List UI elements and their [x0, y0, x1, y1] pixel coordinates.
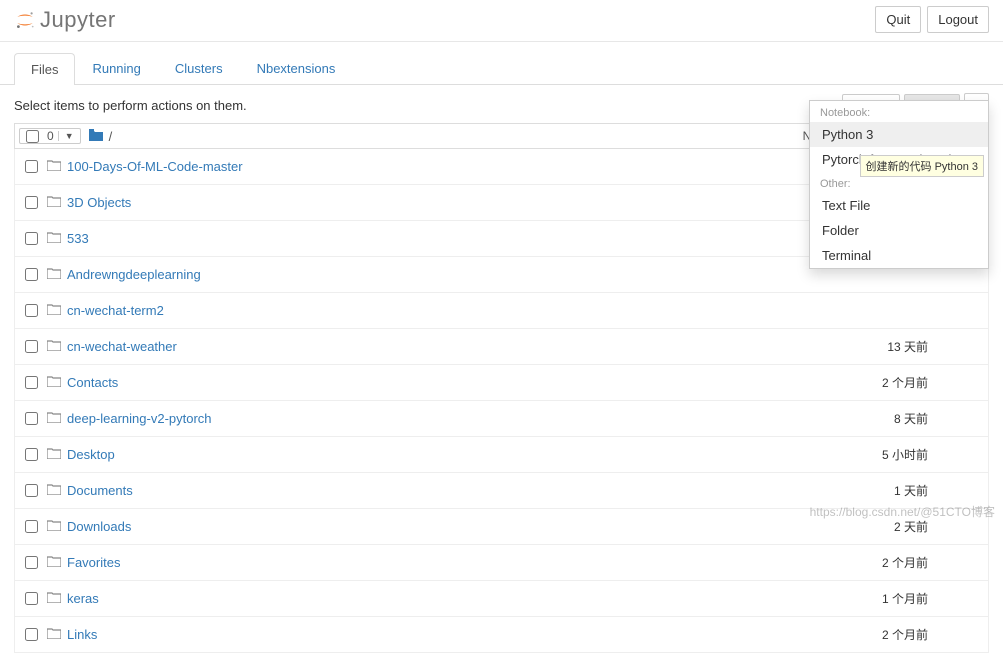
file-link[interactable]: cn-wechat-weather	[67, 339, 177, 354]
file-link[interactable]: 3D Objects	[67, 195, 131, 210]
file-link[interactable]: Andrewngdeeplearning	[67, 267, 201, 282]
file-modified: 8 天前	[878, 410, 988, 427]
dropdown-notebook-label: Notebook:	[810, 101, 988, 122]
file-modified: 2 天前	[878, 518, 988, 535]
quit-button[interactable]: Quit	[875, 6, 921, 33]
folder-icon	[47, 627, 61, 642]
folder-icon	[47, 195, 61, 210]
file-checkbox[interactable]	[25, 196, 38, 209]
folder-icon	[47, 483, 61, 498]
file-link[interactable]: Documents	[67, 483, 133, 498]
jupyter-logo-icon	[14, 9, 36, 31]
file-checkbox[interactable]	[25, 160, 38, 173]
file-row: Desktop 5 小时前	[14, 437, 989, 473]
logout-button[interactable]: Logout	[927, 6, 989, 33]
home-folder-icon[interactable]	[89, 129, 103, 144]
folder-icon	[47, 303, 61, 318]
file-link[interactable]: 533	[67, 231, 89, 246]
file-modified: 13 天前	[878, 338, 988, 355]
file-row: Contacts 2 个月前	[14, 365, 989, 401]
file-link[interactable]: Desktop	[67, 447, 115, 462]
file-link[interactable]: keras	[67, 591, 99, 606]
file-link[interactable]: deep-learning-v2-pytorch	[67, 411, 212, 426]
folder-icon	[47, 555, 61, 570]
header: Jupyter Quit Logout	[0, 0, 1003, 42]
folder-icon	[47, 591, 61, 606]
file-row: deep-learning-v2-pytorch 8 天前	[14, 401, 989, 437]
tab-nbextensions[interactable]: Nbextensions	[240, 52, 353, 84]
file-checkbox[interactable]	[25, 304, 38, 317]
select-all-control[interactable]: 0 ▼	[19, 128, 81, 144]
file-checkbox[interactable]	[25, 628, 38, 641]
tab-clusters[interactable]: Clusters	[158, 52, 240, 84]
file-modified: 2 个月前	[878, 374, 988, 391]
folder-icon	[47, 447, 61, 462]
dropdown-item-folder[interactable]: Folder	[810, 218, 988, 243]
file-row: keras 1 个月前	[14, 581, 989, 617]
file-link[interactable]: 100-Days-Of-ML-Code-master	[67, 159, 243, 174]
folder-icon	[47, 339, 61, 354]
header-buttons: Quit Logout	[875, 6, 989, 33]
file-checkbox[interactable]	[25, 556, 38, 569]
folder-icon	[47, 159, 61, 174]
file-modified: 1 天前	[878, 482, 988, 499]
file-row: Favorites 2 个月前	[14, 545, 989, 581]
folder-icon	[47, 267, 61, 282]
select-caret-icon[interactable]: ▼	[58, 131, 80, 141]
dropdown-tooltip: 创建新的代码 Python 3	[860, 155, 984, 177]
watermark: https://blog.csdn.net/@51CTO博客	[810, 503, 995, 520]
dropdown-item-python-3[interactable]: Python 3	[810, 122, 988, 147]
tab-running[interactable]: Running	[75, 52, 157, 84]
file-link[interactable]: Downloads	[67, 519, 131, 534]
file-link[interactable]: cn-wechat-term2	[67, 303, 164, 318]
file-link[interactable]: Favorites	[67, 555, 120, 570]
file-checkbox[interactable]	[25, 268, 38, 281]
dropdown-item-terminal[interactable]: Terminal	[810, 243, 988, 268]
file-checkbox[interactable]	[25, 376, 38, 389]
file-row: cn-wechat-term2	[14, 293, 989, 329]
file-checkbox[interactable]	[25, 232, 38, 245]
file-modified: 2 个月前	[878, 626, 988, 643]
file-checkbox[interactable]	[25, 592, 38, 605]
logo-text: Jupyter	[40, 7, 116, 33]
file-modified: 5 小时前	[878, 446, 988, 463]
breadcrumb-separator: /	[109, 129, 113, 144]
file-row: Links 2 个月前	[14, 617, 989, 653]
file-modified: 2 个月前	[878, 554, 988, 571]
file-row: cn-wechat-weather 13 天前	[14, 329, 989, 365]
folder-icon	[47, 519, 61, 534]
tab-files[interactable]: Files	[14, 53, 75, 85]
file-checkbox[interactable]	[25, 484, 38, 497]
folder-icon	[47, 411, 61, 426]
new-dropdown: Notebook: Python 3Pytorch for Deeplearni…	[809, 100, 989, 269]
file-link[interactable]: Contacts	[67, 375, 118, 390]
selected-count: 0	[43, 129, 58, 143]
breadcrumb: /	[89, 129, 113, 144]
select-all-checkbox[interactable]	[26, 130, 39, 143]
folder-icon	[47, 375, 61, 390]
file-checkbox[interactable]	[25, 448, 38, 461]
file-modified: 1 个月前	[878, 590, 988, 607]
file-checkbox[interactable]	[25, 412, 38, 425]
tabs: FilesRunningClustersNbextensions	[0, 42, 1003, 85]
logo[interactable]: Jupyter	[14, 7, 116, 33]
file-checkbox[interactable]	[25, 340, 38, 353]
file-checkbox[interactable]	[25, 520, 38, 533]
file-link[interactable]: Links	[67, 627, 97, 642]
folder-icon	[47, 231, 61, 246]
selection-instruction: Select items to perform actions on them.	[14, 98, 247, 113]
dropdown-item-text-file[interactable]: Text File	[810, 193, 988, 218]
